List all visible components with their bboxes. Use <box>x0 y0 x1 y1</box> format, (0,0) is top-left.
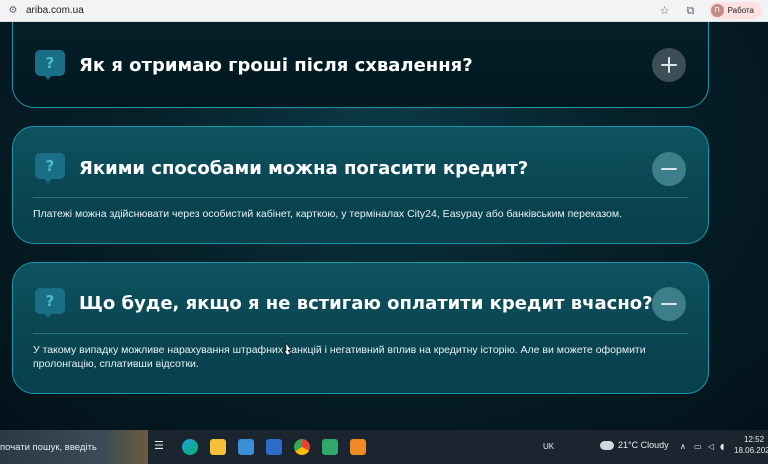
address-bar-url[interactable]: ariba.com.ua <box>26 5 84 16</box>
faq-item-3-divider <box>33 333 688 334</box>
question-bubble-icon: ? <box>35 153 65 183</box>
clock-time: 12:52 <box>744 435 765 444</box>
faq-item-2[interactable]: ? Якими способами можна погасити кредит?… <box>12 126 709 244</box>
mail-icon[interactable] <box>266 439 282 455</box>
plus-icon[interactable] <box>652 48 686 82</box>
file-explorer-icon[interactable] <box>210 439 226 455</box>
input-language[interactable]: UK <box>543 442 554 451</box>
taskbar-search-text: почати пошук, введіть <box>0 441 97 453</box>
faq-item-1-header[interactable]: ? Як я отримаю гроші після схвалення? <box>35 48 686 82</box>
mouse-cursor-icon <box>284 343 292 355</box>
site-info-icon[interactable]: ⚙ <box>6 4 20 18</box>
profile-avatar: П <box>710 4 724 17</box>
faq-item-3[interactable]: ? Що буде, якщо я не встигаю оплатити кр… <box>12 262 709 394</box>
network-icon[interactable]: ▭ <box>694 442 702 451</box>
browser-toolbar: ⚙ ariba.com.ua ☆ ⧉ П Работа <box>0 0 768 22</box>
weather-text: 21°C Cloudy <box>618 440 669 450</box>
faq-item-3-header[interactable]: ? Що буде, якщо я не встигаю оплатити кр… <box>35 287 686 321</box>
app-green-icon[interactable] <box>322 439 338 455</box>
faq-section: ? Як я отримаю гроші після схвалення? ? … <box>0 22 768 430</box>
minus-icon[interactable] <box>652 287 686 321</box>
faq-item-1-question: Як я отримаю гроші після схвалення? <box>79 54 473 76</box>
app-orange-icon[interactable] <box>350 439 366 455</box>
minus-icon[interactable] <box>652 152 686 186</box>
extensions-icon[interactable]: ⧉ <box>683 3 699 19</box>
volume-icon[interactable]: ◁ <box>708 442 714 451</box>
store-icon[interactable] <box>238 439 254 455</box>
system-clock[interactable]: 12:52 18.06.2026 <box>734 434 768 456</box>
faq-item-3-question: Що буде, якщо я не встигаю оплатити кред… <box>79 292 653 314</box>
profile-button[interactable]: П Работа <box>708 2 762 19</box>
cloud-icon <box>600 440 614 450</box>
faq-item-1[interactable]: ? Як я отримаю гроші після схвалення? <box>12 22 709 108</box>
tray-chevron-icon[interactable]: ∧ <box>680 442 686 451</box>
faq-item-2-answer: Платежі можна здійснювати через особисти… <box>33 208 623 220</box>
chrome-icon[interactable] <box>294 439 310 455</box>
faq-item-3-answer: У такому випадку можливе нарахування штр… <box>33 344 646 370</box>
question-bubble-icon: ? <box>35 50 65 80</box>
weather-widget[interactable]: 21°C Cloudy <box>600 440 669 450</box>
faq-item-2-question: Якими способами можна погасити кредит? <box>79 157 529 179</box>
edge-icon[interactable] <box>182 439 198 455</box>
clock-date: 18.06.2026 <box>734 446 768 455</box>
taskbar-search[interactable]: почати пошук, введіть <box>0 430 148 464</box>
task-view-icon[interactable]: ☰ <box>154 439 170 455</box>
profile-label: Работа <box>727 6 754 15</box>
faq-item-2-header[interactable]: ? Якими способами можна погасити кредит? <box>35 152 686 186</box>
faq-item-2-divider <box>33 197 688 198</box>
speaker-icon[interactable]: ◖ <box>720 442 724 451</box>
bookmark-star-icon[interactable]: ☆ <box>657 3 673 19</box>
windows-taskbar: почати пошук, введіть ☰ UK 21°C Cloudy ∧… <box>0 430 768 464</box>
question-bubble-icon: ? <box>35 288 65 318</box>
